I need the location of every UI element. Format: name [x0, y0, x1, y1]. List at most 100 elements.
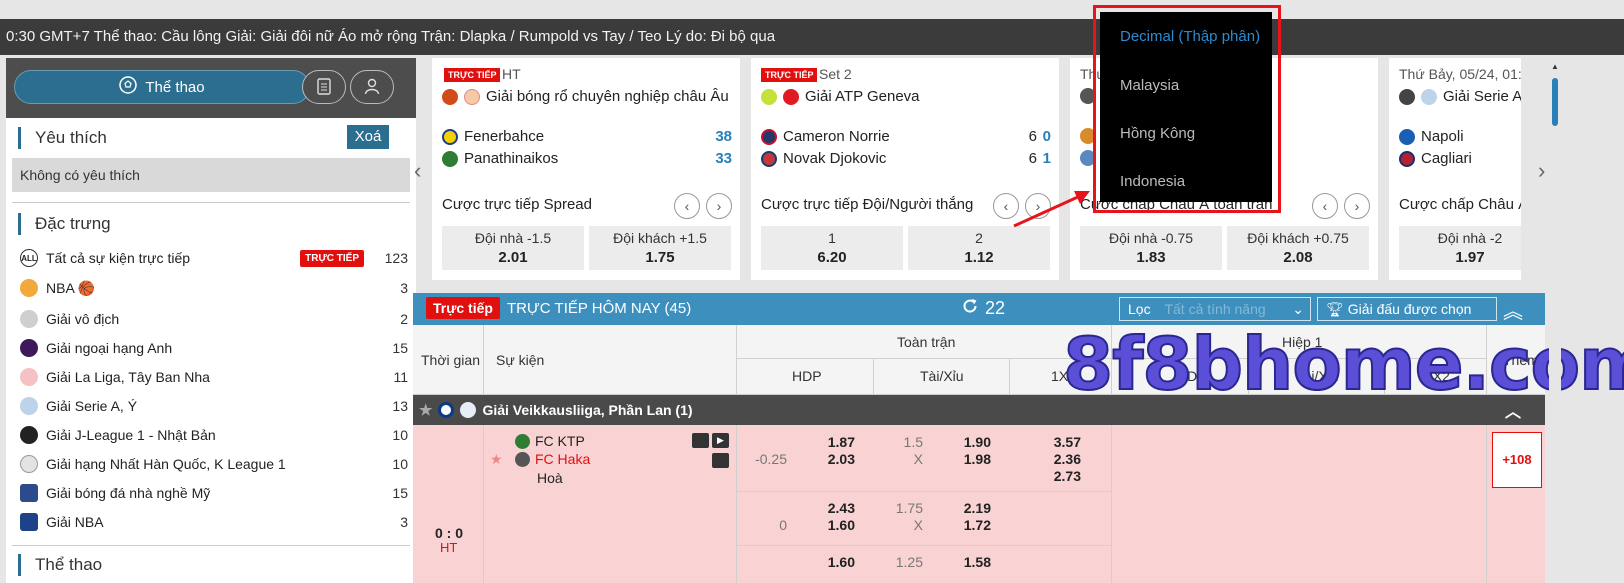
sidebar-item-k-league[interactable]: Giải hạng Nhất Hàn Quốc, K League 1 10 [20, 450, 408, 478]
divider [12, 545, 410, 546]
odds-value: 2.01 [498, 249, 528, 266]
ou-under-label: X [913, 451, 923, 467]
carousel-next-arrow[interactable]: › [1538, 158, 1545, 184]
veikkausliiga-icon [460, 402, 477, 418]
divider [483, 325, 484, 395]
scrollbar[interactable]: ▲ [1549, 58, 1561, 583]
odds-label: Đội nhà -1.5 [474, 230, 552, 246]
odds-value[interactable]: 1.87 [813, 434, 855, 450]
team-score: 33 [715, 150, 732, 167]
play-icon[interactable]: ▶ [712, 433, 729, 448]
odds-button[interactable]: Đội nhà -2 1.97 [1399, 226, 1521, 270]
more-bets-button[interactable]: +108 [1492, 432, 1542, 488]
premier-league-icon [20, 339, 38, 357]
carousel-prev-arrow[interactable]: ‹ [414, 158, 421, 184]
team-logo-icon [515, 451, 530, 467]
odds-value[interactable]: 1.98 [949, 451, 991, 467]
bet-type: Cược trực tiếp Đội/Người thắng [761, 196, 974, 213]
sidebar-item-count: 123 [384, 250, 408, 266]
odds-value: 1.97 [1455, 249, 1485, 266]
user-icon [363, 77, 381, 98]
divider [736, 425, 737, 583]
odds-label: Đội khách +1.5 [613, 230, 707, 246]
hdp-line: -0.25 [755, 451, 787, 467]
odds-value[interactable]: 1.90 [949, 434, 991, 450]
refresh-button[interactable]: 22 [961, 297, 1005, 320]
card-prev-button[interactable]: ‹ [674, 193, 700, 219]
team-name: Cameron Norrie [783, 128, 890, 145]
sidebar-item-mls[interactable]: Giải bóng đá nhà nghề Mỹ 15 [20, 479, 408, 507]
team-name: FC KTP [535, 433, 585, 449]
live-tracker-icon[interactable] [712, 453, 729, 468]
featured-card[interactable]: TRỰC TIẾP Set 2 Giải ATP Geneva Cameron … [751, 58, 1059, 280]
sidebar-item-la-liga[interactable]: Giải La Liga, Tây Ban Nha 11 [20, 363, 408, 391]
card-prev-button[interactable]: ‹ [1312, 193, 1338, 219]
sidebar-item-all-live[interactable]: ALL Tất cả sự kiện trực tiếp TRỰC TIẾP 1… [20, 244, 408, 272]
filter-select[interactable]: Lọc Tất cả tính năng ⌄ [1119, 297, 1311, 321]
sidebar-item-label: Giải La Liga, Tây Ban Nha [46, 369, 210, 385]
clipboard-icon [316, 77, 332, 98]
league-label: Giải ATP Geneva [805, 88, 920, 105]
odds-value[interactable]: 2.19 [949, 500, 991, 516]
sidebar-item-j-league[interactable]: Giải J-League 1 - Nhật Bản 10 [20, 421, 408, 449]
odds-value[interactable]: 2.43 [813, 500, 855, 516]
sports-button[interactable]: Thể thao [14, 70, 310, 104]
odds-button[interactable]: Đội khách +0.75 2.08 [1227, 226, 1369, 270]
live-badge: TRỰC TIẾP [300, 249, 364, 267]
clear-favorites-button[interactable]: Xoá [347, 125, 389, 149]
odds-value[interactable]: 3.57 [1039, 434, 1081, 450]
odds-value: 1.83 [1136, 249, 1166, 266]
sidebar-item-count: 13 [392, 398, 408, 414]
team-home: FC KTP [515, 433, 585, 449]
divider [1111, 425, 1112, 583]
sidebar-item-premier-league[interactable]: Giải ngoại hạng Anh 15 [20, 334, 408, 362]
collapse-icon[interactable]: ︽ [1503, 295, 1523, 324]
team-name: Panathinaikos [464, 150, 559, 167]
sidebar: Thể thao Yêu thích Xoá Không có yêu thíc… [6, 58, 416, 583]
odds-value[interactable]: 1.72 [949, 517, 991, 533]
account-button[interactable] [350, 70, 394, 104]
odds-value[interactable]: 2.73 [1039, 468, 1081, 484]
stats-icon[interactable] [692, 433, 709, 448]
soccer-ball-icon [1399, 88, 1415, 105]
sidebar-item-label: Giải vô địch [46, 311, 120, 327]
odds-value[interactable]: 1.60 [813, 554, 855, 570]
sidebar-item-champions[interactable]: Giải vô địch 2 [20, 305, 408, 333]
scroll-up-icon[interactable]: ▲ [1551, 62, 1559, 71]
odds-button[interactable]: Đội khách +1.5 1.75 [589, 226, 731, 270]
scroll-thumb[interactable] [1552, 78, 1558, 126]
odds-value[interactable]: 2.36 [1039, 451, 1081, 467]
team-logo-icon [515, 433, 530, 449]
featured-card[interactable]: TRỰC TIẾP HT Giải bóng rổ chuyên nghiệp … [432, 58, 740, 280]
star-icon[interactable]: ★ [490, 451, 503, 468]
odds-button[interactable]: 1 6.20 [761, 226, 903, 270]
sidebar-item-nba-league[interactable]: Giải NBA 3 [20, 508, 408, 536]
selected-leagues-button[interactable]: 🏆︎ Giải đấu được chọn [1317, 297, 1497, 321]
league-label: Giải bóng rổ chuyên nghiệp châu Âu [486, 88, 729, 105]
match-score: 0 : 0 [435, 525, 464, 541]
odds-value[interactable]: 2.03 [813, 451, 855, 467]
sidebar-item-nba[interactable]: NBA 🏀 3 [20, 274, 408, 302]
star-icon[interactable]: ★ [419, 401, 432, 419]
ou-line: 1.5 [903, 434, 923, 450]
live-tag: TRỰC TIẾP [761, 68, 818, 82]
odds-value[interactable]: 1.58 [949, 554, 991, 570]
live-today-title: TRỰC TIẾP HÔM NAY (45) [507, 300, 692, 317]
odds-value[interactable]: 1.60 [813, 517, 855, 533]
odds-button[interactable]: Đội nhà -0.75 1.83 [1080, 226, 1222, 270]
odds-value: 6.20 [817, 249, 847, 266]
sidebar-item-count: 15 [392, 340, 408, 356]
sidebar-item-serie-a[interactable]: Giải Serie A, Ý 13 [20, 392, 408, 420]
betslip-button[interactable] [302, 70, 346, 104]
odds-button[interactable]: 2 1.12 [908, 226, 1050, 270]
team-name: Napoli [1421, 128, 1464, 145]
basketball-icon [442, 88, 458, 105]
sidebar-item-count: 2 [400, 311, 408, 327]
card-next-button[interactable]: › [706, 193, 732, 219]
all-icon: ALL [20, 249, 38, 267]
featured-card[interactable]: Thứ Bảy, 05/24, 01:45 Giải Serie A, Ý Na… [1389, 58, 1521, 280]
league-name: Giải Serie A, Ý [1399, 88, 1521, 105]
odds-button[interactable]: Đội nhà -1.5 2.01 [442, 226, 584, 270]
card-next-button[interactable]: › [1344, 193, 1370, 219]
sidebar-header: Thể thao [6, 58, 416, 118]
